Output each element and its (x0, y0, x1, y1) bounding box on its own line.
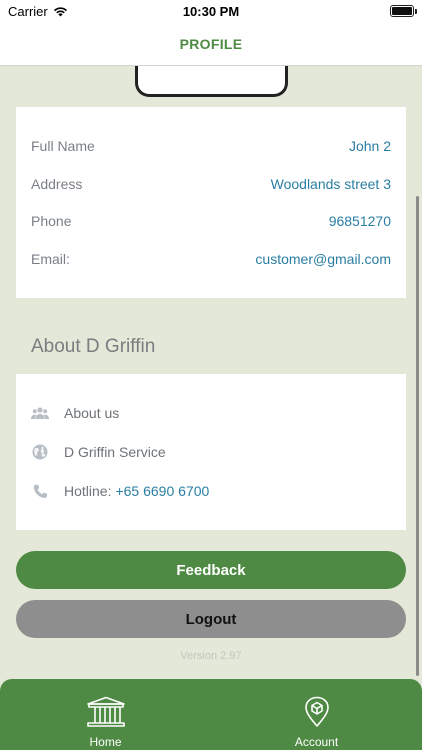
phone-row: Phone 96851270 (31, 211, 391, 231)
email-value: customer@gmail.com (255, 251, 391, 267)
hotline-number-link[interactable]: +65 6690 6700 (115, 483, 209, 499)
location-pin-icon (303, 695, 331, 729)
phone-icon (31, 482, 49, 500)
about-us-row[interactable]: About us (31, 402, 391, 424)
full-name-label: Full Name (31, 138, 95, 154)
service-row[interactable]: D Griffin Service (31, 441, 391, 463)
people-icon (31, 404, 49, 422)
hotline-row[interactable]: Hotline: +65 6690 6700 (31, 480, 391, 502)
service-label: D Griffin Service (64, 444, 166, 460)
hotline-label: Hotline: (64, 483, 112, 499)
status-time: 10:30 PM (182, 4, 240, 19)
tab-account-label: Account (294, 735, 339, 749)
globe-icon (31, 443, 49, 461)
tab-home[interactable]: Home (0, 679, 211, 750)
phone-value: 96851270 (328, 213, 391, 229)
tab-home-label: Home (89, 735, 122, 749)
about-card: About us D Griffin Service Hotline: +65 … (16, 374, 406, 530)
logout-button[interactable]: Logout (16, 600, 406, 638)
page-title: PROFILE (179, 36, 243, 52)
profile-info-card: Full Name John 2 Address Woodlands stree… (16, 107, 406, 298)
status-bar: Carrier 10:30 PM (0, 0, 422, 24)
email-row: Email: customer@gmail.com (31, 249, 391, 269)
building-icon (86, 695, 126, 729)
vertical-scrollbar[interactable] (416, 196, 419, 676)
tab-account[interactable]: Account (211, 679, 422, 750)
version-label: Version 2.97 (180, 650, 242, 662)
address-label: Address (31, 176, 83, 192)
battery-icon (390, 5, 417, 17)
avatar[interactable] (135, 66, 288, 97)
email-label: Email: (31, 251, 70, 267)
address-value: Woodlands street 3 (270, 176, 391, 192)
about-section-title: About D Griffin (31, 336, 156, 357)
phone-label: Phone (31, 213, 72, 229)
feedback-button[interactable]: Feedback (16, 551, 406, 589)
address-row: Address Woodlands street 3 (31, 174, 391, 194)
full-name-value: John 2 (348, 138, 391, 154)
tab-bar: Home Account (0, 679, 422, 750)
about-us-label: About us (64, 405, 120, 421)
full-name-row: Full Name John 2 (31, 136, 391, 156)
navigation-bar: PROFILE (0, 24, 422, 66)
